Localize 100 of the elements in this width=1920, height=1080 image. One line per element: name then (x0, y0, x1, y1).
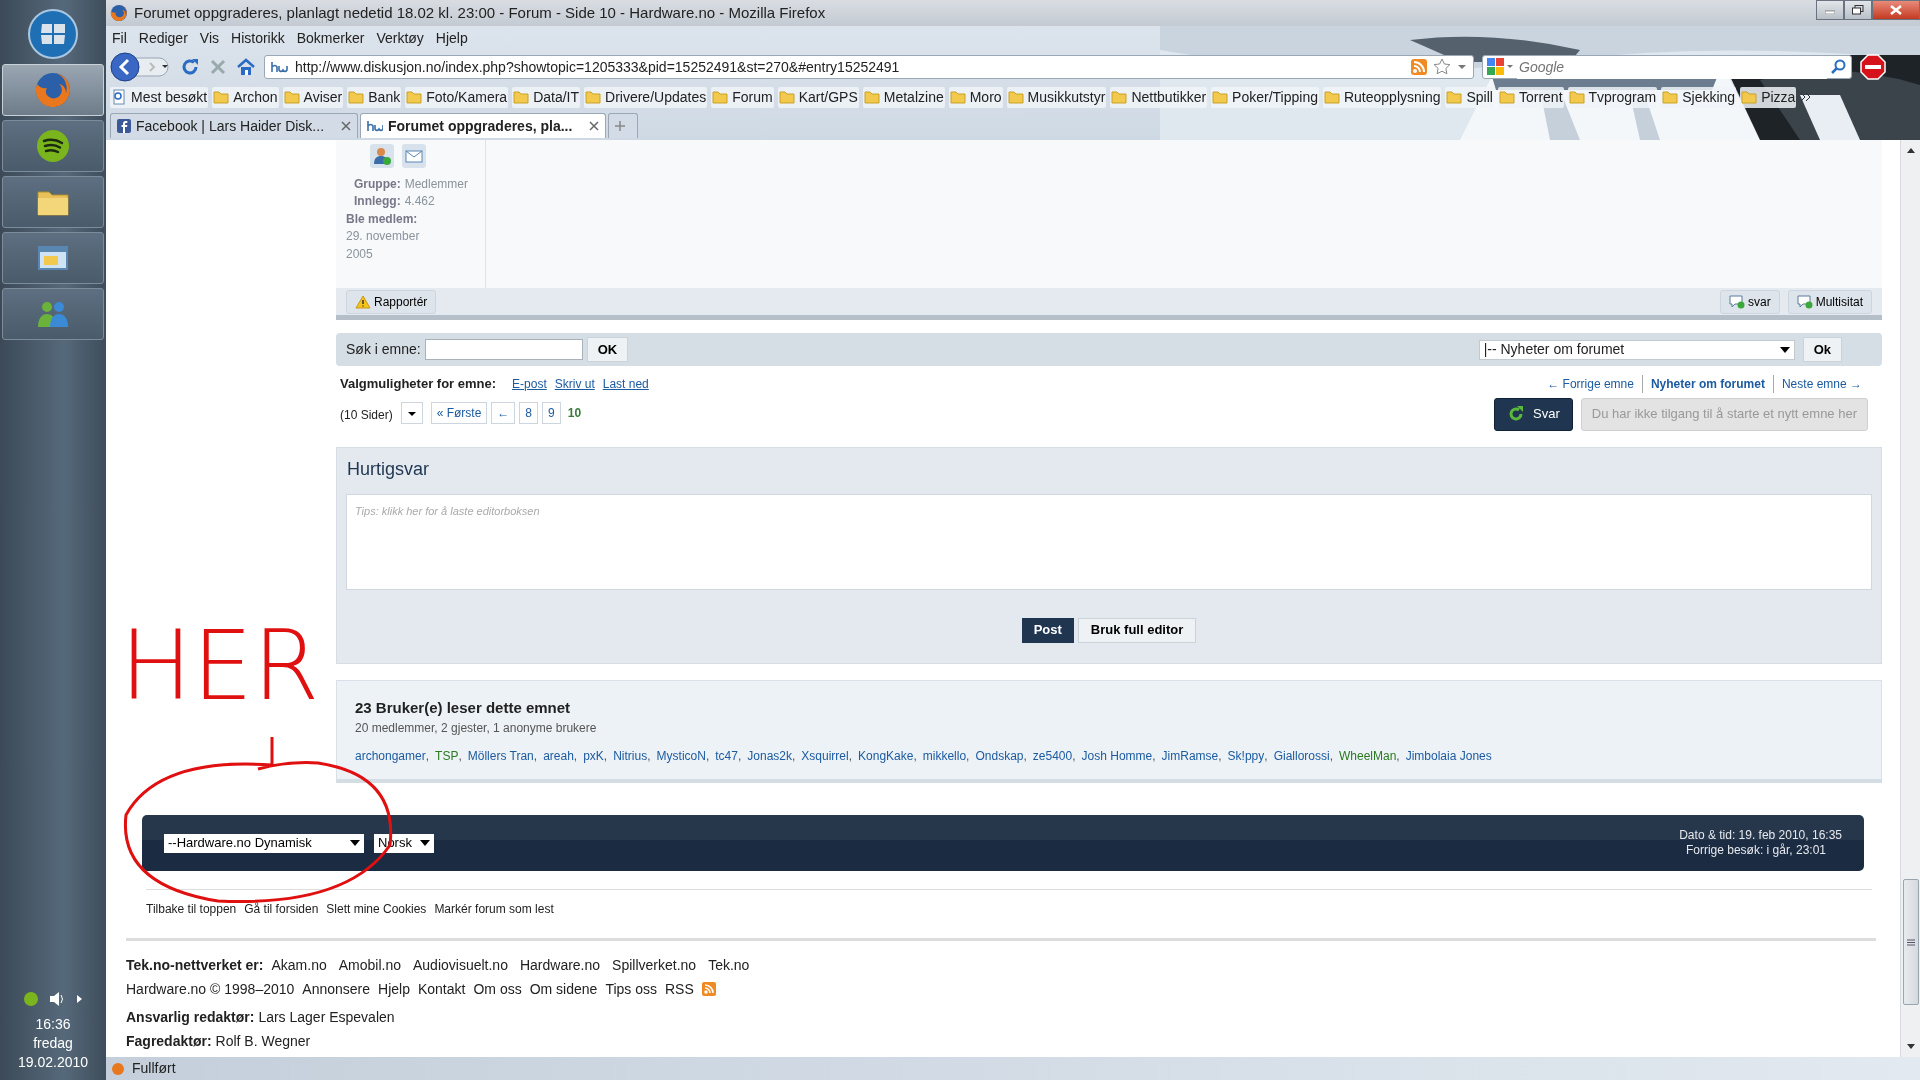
user-link[interactable]: MysticoN (656, 747, 706, 765)
bookmark[interactable]: Foto/Kamera (405, 86, 509, 108)
minimize-button[interactable] (1816, 0, 1844, 20)
menu-item[interactable]: Historikk (231, 27, 285, 49)
site-link[interactable]: Annonsere (302, 977, 371, 1001)
bookmark[interactable]: Sjekking (1661, 86, 1737, 108)
menu-item[interactable]: Rediger (138, 27, 188, 49)
menu-item[interactable]: Verktøy (376, 27, 424, 49)
user-link[interactable]: Xsquirrel (801, 747, 849, 765)
report-button[interactable]: Rapportér (346, 289, 437, 314)
user-link[interactable]: Möllers Tran (467, 747, 534, 765)
close-button[interactable] (1872, 0, 1920, 20)
bookmark[interactable]: Nettbutikker (1110, 86, 1208, 108)
page-jump-button[interactable] (400, 401, 423, 424)
bookmark[interactable]: Pizza (1740, 86, 1797, 108)
ok-button[interactable]: OK (586, 337, 629, 362)
search-icon[interactable] (1831, 59, 1847, 75)
address-bar[interactable]: http://www.diskusjon.no/index.php?showtopic=1205333&pid=15252491&st=270&#entry15252491 (264, 55, 1474, 79)
full-editor-button[interactable]: Bruk full editor (1077, 617, 1197, 643)
menu-item[interactable]: Vis (199, 27, 219, 49)
menu-item[interactable]: Hjelp (435, 27, 468, 49)
home-icon[interactable] (236, 57, 256, 77)
topic-nav-link[interactable]: ← Forrige emne (1539, 374, 1642, 393)
bookmark[interactable]: Moro (948, 86, 1003, 108)
site-link[interactable]: Kontakt (417, 977, 466, 1001)
taskbar-button[interactable] (2, 176, 104, 228)
reply-action-button[interactable]: Multisitat (1787, 289, 1872, 314)
post-button[interactable]: Post (1021, 617, 1074, 643)
footer-link[interactable]: Gå til forsiden (244, 900, 319, 918)
menu-item[interactable]: Bokmerker (296, 27, 365, 49)
site-link[interactable]: Om oss (473, 977, 522, 1001)
topic-search-field[interactable] (424, 339, 583, 360)
search-field[interactable]: Google (1482, 55, 1852, 79)
user-link[interactable]: Jimbolaia Jones (1405, 747, 1492, 765)
user-link[interactable]: archongamer (355, 747, 426, 765)
user-link[interactable]: Jonas2k (747, 747, 792, 765)
browser-tab[interactable]: Forumet oppgraderes, pla... (360, 113, 606, 138)
speaker-icon[interactable] (48, 991, 66, 1008)
site-link[interactable]: Hjelp (378, 977, 410, 1001)
site-link[interactable]: Om sidene (529, 977, 598, 1001)
bookmark[interactable]: Forum (711, 86, 774, 108)
bookmark[interactable]: Mest besøkt (110, 86, 209, 108)
page-link[interactable]: 8 (519, 401, 539, 424)
taskbar-button[interactable] (2, 288, 104, 340)
bookmark[interactable]: Musikkutstyr (1006, 86, 1107, 108)
footer-link[interactable]: Slett mine Cookies (326, 900, 427, 918)
footer-link[interactable]: Markér forum som lest (434, 900, 554, 918)
reply-action-button[interactable]: svar (1720, 289, 1780, 314)
user-link[interactable]: TSP (435, 747, 459, 765)
bookmark[interactable]: Archon (212, 86, 279, 108)
footer-link[interactable]: Tilbake til toppen (146, 900, 237, 918)
scroll-down-icon[interactable] (1905, 1043, 1916, 1051)
go-button[interactable]: Ok (1802, 337, 1842, 362)
first-page-link[interactable]: « Første (430, 401, 488, 424)
user-link[interactable]: tc47 (715, 747, 738, 765)
bookmark[interactable]: Spill (1445, 86, 1494, 108)
menu-item[interactable]: Fil (112, 27, 127, 49)
close-icon[interactable] (589, 121, 599, 131)
user-link[interactable]: Giallorossi (1273, 747, 1330, 765)
option-link[interactable]: E-post (512, 374, 547, 393)
user-link[interactable]: pxK (583, 747, 604, 765)
option-link[interactable]: Last ned (602, 374, 649, 393)
chevron-icon[interactable] (1800, 91, 1813, 103)
skin-select[interactable]: --Hardware.no Dynamisk (164, 833, 364, 853)
bookmark[interactable]: Data/IT (512, 86, 581, 108)
bookmark[interactable]: Metalzine (862, 86, 945, 108)
taskbar-button[interactable] (2, 120, 104, 172)
star-icon[interactable] (1433, 58, 1451, 76)
add-friend-icon[interactable] (370, 144, 394, 168)
bookmark[interactable]: Bank (347, 86, 402, 108)
site-link[interactable]: Tips oss (605, 977, 657, 1001)
user-link[interactable]: Sk!ppy (1227, 747, 1265, 765)
taskbar-button[interactable] (2, 232, 104, 284)
reload-icon[interactable] (180, 57, 200, 77)
close-icon[interactable] (341, 121, 351, 131)
reply-text-area[interactable]: Tips: klikk her for å laste editorboksen (347, 494, 1871, 589)
page-link[interactable]: 10 (564, 403, 585, 422)
scrollbar-thumb[interactable] (1902, 879, 1919, 1005)
topic-nav-link[interactable]: Nyheter om forumet (1641, 374, 1773, 393)
user-link[interactable]: areah (543, 747, 574, 765)
topic-nav-link[interactable]: Neste emne → (1772, 374, 1870, 393)
bookmark[interactable]: Poker/Tipping (1211, 86, 1319, 108)
rss-icon[interactable] (701, 982, 716, 996)
site-link[interactable]: RSS (665, 977, 694, 1001)
reply-button[interactable]: Svar (1494, 397, 1573, 431)
page-link[interactable]: 9 (542, 401, 561, 424)
bookmark[interactable]: Aviser (282, 86, 344, 108)
taskbar-button[interactable] (2, 64, 104, 116)
bookmark[interactable]: Kart/GPS (777, 86, 859, 108)
start-orb-icon[interactable] (27, 8, 79, 60)
bookmark[interactable]: Drivere/Updates (584, 86, 708, 108)
back-forward-buttons-icon[interactable] (110, 52, 172, 82)
forum-select[interactable]: |-- Nyheter om forumet (1478, 339, 1795, 360)
rss-icon[interactable] (1411, 59, 1427, 75)
scroll-up-icon[interactable] (1905, 146, 1916, 154)
dropdown-arrow-icon[interactable] (1457, 63, 1467, 71)
maximize-button[interactable] (1844, 0, 1872, 20)
option-link[interactable]: Skriv ut (554, 374, 595, 393)
browser-tab[interactable]: Facebook | Lars Haider Disk... (110, 113, 358, 138)
previous-page-link[interactable]: ← (491, 401, 516, 424)
